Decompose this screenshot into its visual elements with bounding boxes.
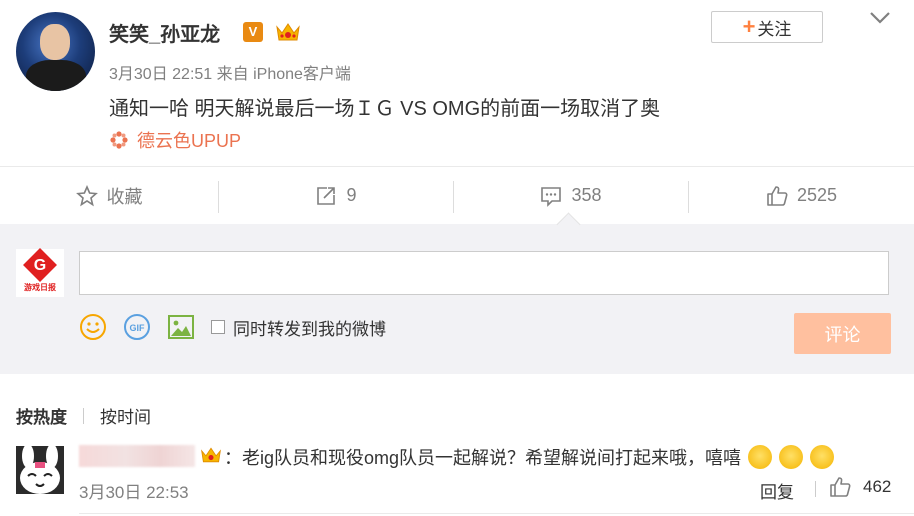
author-avatar[interactable] xyxy=(16,12,95,91)
post-source: 来自 iPhone客户端 xyxy=(216,66,351,83)
post-meta: 3月30日 22:51 来自 iPhone客户端 xyxy=(109,60,351,84)
comment-action-divider xyxy=(815,481,816,497)
sort-divider xyxy=(83,407,84,424)
reply-button[interactable]: 回复 xyxy=(760,478,794,503)
follow-button[interactable]: + 关注 xyxy=(711,11,823,43)
sort-by-time[interactable]: 按时间 xyxy=(100,403,151,428)
laugh-emoji-icon xyxy=(748,445,773,469)
author-username[interactable]: 笑笑_孙亚龙 xyxy=(109,18,220,47)
submit-comment-button[interactable]: 评论 xyxy=(794,313,891,354)
thumbs-up-icon xyxy=(830,477,851,497)
post-timestamp[interactable]: 3月30日 22:51 xyxy=(109,66,212,83)
post-topic[interactable]: 德云色UPUP xyxy=(109,127,241,153)
repost-checkbox[interactable] xyxy=(211,320,225,334)
plus-icon: + xyxy=(742,14,756,39)
comment-like-button[interactable]: 462 xyxy=(829,476,891,498)
comment-text: ：老ig队员和现役omg队员一起解说？希望解说间打起来哦，嘻嘻 xyxy=(224,444,835,470)
post-text: 通知一哈 明天解说最后一场ＩＧ VS OMG的前面一场取消了奥 xyxy=(109,98,661,120)
current-user-avatar[interactable]: G 游戏日报 xyxy=(16,248,64,297)
commenter-avatar[interactable] xyxy=(16,446,64,494)
repost-button[interactable]: 9 xyxy=(219,167,453,224)
repost-checkbox-label[interactable]: 同时转发到我的微博 xyxy=(233,315,386,340)
compose-toolbar: GIF 同时转发到我的微博 xyxy=(79,313,386,341)
like-button[interactable]: 2525 xyxy=(689,167,914,224)
avatar-face xyxy=(40,24,70,60)
comment-like-count: 462 xyxy=(863,477,892,496)
topic-label: 德云色UPUP xyxy=(137,131,242,151)
member-crown-icon xyxy=(201,447,221,463)
laugh-emoji-icon xyxy=(779,445,804,469)
avatar-body xyxy=(26,60,86,91)
comment-body: ：老ig队员和现役omg队员一起解说？希望解说间打起来哦，嘻嘻 xyxy=(224,448,742,468)
verified-badge-icon: V xyxy=(243,22,263,42)
sort-by-hot[interactable]: 按热度 xyxy=(16,403,67,428)
star-icon xyxy=(75,184,98,206)
logo-text: 游戏日报 xyxy=(24,283,56,292)
bunny-avatar-icon xyxy=(16,446,64,494)
image-icon[interactable] xyxy=(167,314,195,340)
like-count: 2525 xyxy=(796,185,838,205)
favorite-label: 收藏 xyxy=(106,186,143,207)
member-crown-icon xyxy=(276,23,300,41)
favorite-button[interactable]: 收藏 xyxy=(0,167,218,224)
repost-icon xyxy=(317,186,336,205)
commenter-name-blurred[interactable] xyxy=(79,445,195,467)
weibo-post: 笑笑_孙亚龙 V + 关注 3月30日 22:51 来自 iPhone客户端 通… xyxy=(0,0,914,165)
post-action-bar: 收藏 9 358 2525 xyxy=(0,166,914,225)
chevron-down-icon[interactable] xyxy=(868,10,892,26)
comment-input[interactable] xyxy=(79,251,889,295)
emoji-icon[interactable] xyxy=(79,313,107,341)
comment-timestamp: 3月30日 22:53 xyxy=(79,483,189,502)
gif-icon[interactable]: GIF xyxy=(123,313,151,341)
svg-text:GIF: GIF xyxy=(130,323,146,333)
comment-sort: 按热度 按时间 xyxy=(16,403,151,428)
laugh-emoji-icon xyxy=(810,445,835,469)
topic-flower-icon xyxy=(110,131,128,149)
thumbs-up-icon xyxy=(767,185,788,206)
follow-label: 关注 xyxy=(757,19,792,39)
comment-count: 358 xyxy=(571,185,602,205)
comment-icon xyxy=(541,186,562,207)
logo-letter: G xyxy=(33,257,47,274)
comment-compose-panel xyxy=(0,224,914,374)
repost-count: 9 xyxy=(346,185,357,205)
comment-divider xyxy=(79,513,914,514)
